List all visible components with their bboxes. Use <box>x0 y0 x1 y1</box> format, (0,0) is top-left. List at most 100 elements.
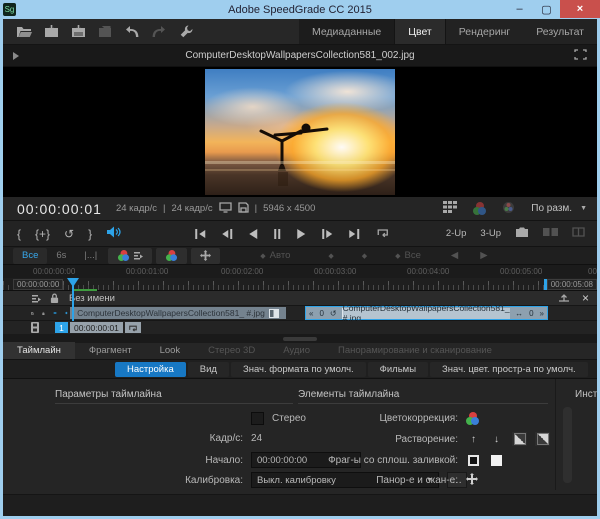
save-button[interactable] <box>42 24 60 39</box>
keyframe-all[interactable]: ◆Все <box>395 250 421 261</box>
tab-result[interactable]: Результат <box>523 19 597 44</box>
sub-tabs: Настройка Вид Знач. формата по умолч. Фи… <box>3 360 597 379</box>
keyframe-remove[interactable]: ◆ <box>362 252 367 260</box>
next-frame-button[interactable] <box>322 228 332 240</box>
range-button[interactable]: |...| <box>75 248 106 264</box>
subtab-colorspace-defaults[interactable]: Знач. цвет. простр-а по умолч. <box>430 362 588 377</box>
tab-color[interactable]: Цвет <box>394 19 446 44</box>
in-handle[interactable]: « <box>306 309 316 318</box>
lock-icon[interactable] <box>50 293 59 304</box>
minimize-button[interactable]: – <box>506 0 533 18</box>
timeline-ruler[interactable]: 00:00:00:00 00:00:01:00 00:00:02:00 00:0… <box>3 265 597 278</box>
loop-toggle-icon[interactable] <box>125 322 141 333</box>
scrub-end-timecode: 00:00:05:08 <box>547 279 597 290</box>
go-to-end-button[interactable] <box>349 228 359 240</box>
monitor-icon[interactable] <box>219 202 232 216</box>
panel-scrollbar[interactable] <box>563 407 572 483</box>
track-options-icon[interactable] <box>31 309 34 318</box>
redo-button[interactable] <box>150 24 168 39</box>
mark-out-button[interactable]: } <box>88 227 92 241</box>
viewer-header: ComputerDesktopWallpapersCollection581_0… <box>3 45 597 67</box>
fade-handles-icon[interactable] <box>558 293 570 303</box>
tab-rendering[interactable]: Рендеринг <box>446 19 523 44</box>
frame-number-badge[interactable]: 1 <box>55 322 68 333</box>
dissolve-out-icon[interactable] <box>535 432 550 446</box>
tab-pan-scan[interactable]: Панорамирование и сканирование <box>324 342 506 359</box>
grade-button[interactable] <box>156 248 187 264</box>
floppy-icon[interactable] <box>238 202 249 216</box>
close-button[interactable]: × <box>560 0 600 18</box>
dissolve-in-icon[interactable] <box>512 432 527 446</box>
dissolve-up-icon[interactable]: ↑ <box>466 432 481 446</box>
settings-panel: Параметры таймлайна Элементы таймлайна И… <box>3 379 597 516</box>
three-up-button[interactable]: 3-Up <box>480 228 501 239</box>
track-options-icon[interactable] <box>31 294 42 303</box>
tab-mediadata[interactable]: Медиаданные <box>299 19 394 44</box>
fullscreen-icon[interactable] <box>574 47 587 65</box>
out-handle[interactable]: » <box>537 309 547 318</box>
tab-look[interactable]: Look <box>146 342 195 359</box>
grade-list-button[interactable] <box>108 248 152 264</box>
fps-display: 24 кадр/с <box>116 203 157 214</box>
color-correction-icon[interactable] <box>466 412 479 425</box>
mark-in-button[interactable]: { <box>17 227 21 241</box>
keyframe-add[interactable]: ◆ <box>328 252 333 260</box>
go-to-start-button[interactable] <box>195 228 205 240</box>
keyframe-auto[interactable]: ◆Авто <box>260 250 290 261</box>
clip-segment-1[interactable]: ComputerDesktopWallpapersCollection581_ … <box>70 307 286 319</box>
pan-scan-button[interactable] <box>191 248 220 264</box>
playhead-marker[interactable] <box>67 278 79 287</box>
subtab-settings[interactable]: Настройка <box>115 362 186 377</box>
settings-wrench-icon[interactable] <box>177 24 195 39</box>
pause-button[interactable] <box>274 228 280 240</box>
subtab-view[interactable]: Вид <box>188 362 229 377</box>
tab-stereo-3d[interactable]: Стерео 3D <box>194 342 269 359</box>
ruler-tick: 00:00:02:00 <box>221 267 263 276</box>
two-up-button[interactable]: 2-Up <box>446 228 467 239</box>
playback-loop-button[interactable] <box>376 225 389 243</box>
solid-outline-icon[interactable] <box>466 453 481 467</box>
display-lut-icon[interactable] <box>502 201 515 217</box>
show-all-button[interactable]: Все <box>13 248 47 264</box>
snapshot-camera-icon[interactable] <box>515 227 529 240</box>
drag-handle[interactable] <box>283 337 317 341</box>
audio-mute-icon[interactable] <box>106 225 121 243</box>
six-seconds-button[interactable]: 6s <box>47 248 75 264</box>
channels-grid-icon[interactable] <box>443 201 457 216</box>
loop-mode-button[interactable]: ↺ <box>64 227 74 241</box>
tab-audio[interactable]: Аудио <box>269 342 324 359</box>
next-keyframe-button[interactable]: ▶ <box>480 250 487 261</box>
open-project-button[interactable] <box>15 24 33 39</box>
color-balls-icon[interactable] <box>473 202 486 215</box>
subtab-format-defaults[interactable]: Знач. формата по умолч. <box>231 362 366 377</box>
dual-monitor-icon[interactable] <box>543 227 558 240</box>
visibility-eye-icon[interactable] <box>53 309 57 317</box>
current-timecode: 00:00:00:01 <box>17 201 102 217</box>
pan-scan-icon[interactable] <box>466 473 478 488</box>
track-name[interactable]: Без имени <box>69 293 115 304</box>
edit-timecode-field[interactable]: 00:00:00:01 <box>70 322 123 333</box>
tab-timeline[interactable]: Таймлайн <box>3 342 75 359</box>
status-bar: 00:00:00:01 24 кадр/с | 24 кадр/с | 5946… <box>3 197 597 221</box>
solid-filled-icon[interactable] <box>489 453 504 467</box>
close-track-icon[interactable]: × <box>582 291 589 305</box>
new-item-button[interactable] <box>96 24 114 39</box>
lock-icon[interactable] <box>42 308 45 319</box>
subtab-films[interactable]: Фильмы <box>368 362 428 377</box>
undo-button[interactable] <box>123 24 141 39</box>
zoom-mode-dropdown[interactable]: По разм. ▼ <box>531 203 587 214</box>
maximize-button[interactable]: ▢ <box>533 0 560 18</box>
split-view-icon[interactable] <box>572 227 585 240</box>
prev-keyframe-button[interactable]: ◀ <box>451 250 458 261</box>
ruler-tick: 00:00:00:00 <box>33 267 75 276</box>
play-backward-button[interactable] <box>249 228 257 240</box>
tab-fragment[interactable]: Фрагмент <box>75 342 146 359</box>
clip-segment-2-selected[interactable]: « 0 ↺ ComputerDesktopWallpapersCollectio… <box>305 306 548 320</box>
previous-frame-button[interactable] <box>222 228 232 240</box>
play-button[interactable] <box>297 228 305 240</box>
add-marker-button[interactable]: {+} <box>35 227 50 241</box>
stereo-checkbox[interactable] <box>251 412 264 425</box>
save-as-button[interactable] <box>69 24 87 39</box>
audio-speaker-icon[interactable] <box>65 308 69 318</box>
dissolve-down-icon[interactable]: ↓ <box>489 432 504 446</box>
